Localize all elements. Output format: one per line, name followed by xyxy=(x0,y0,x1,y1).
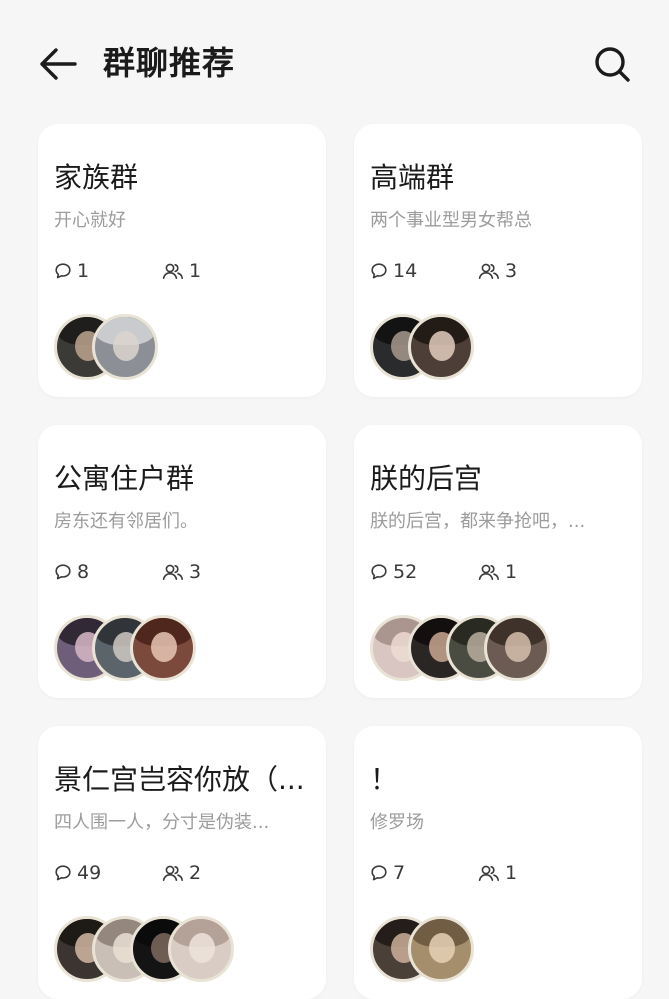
group-card[interactable]: 高端群两个事业型男女帮总 14 3 xyxy=(354,124,642,397)
search-button[interactable] xyxy=(588,40,636,88)
comment-count-value: 8 xyxy=(77,561,90,583)
group-card[interactable]: 朕的后宫朕的后宫，都来争抢吧，... 52 1 xyxy=(354,425,642,698)
group-card[interactable]: 公寓住户群 房东还有邻居们。 8 3 xyxy=(38,425,326,698)
member-count-value: 1 xyxy=(505,862,518,884)
search-icon xyxy=(595,47,630,82)
group-name: 高端群 xyxy=(370,161,455,194)
member-count-value: 3 xyxy=(189,561,202,583)
member-avatar xyxy=(408,314,474,380)
group-stats: 52 1 xyxy=(370,559,630,585)
group-name: 公寓住户群 xyxy=(54,462,195,495)
member-avatar xyxy=(168,916,234,982)
avatar-stack xyxy=(370,314,630,384)
member-count: 3 xyxy=(162,559,201,585)
members-icon xyxy=(478,263,499,279)
members-icon xyxy=(162,263,183,279)
group-description: 两个事业型男女帮总 xyxy=(370,210,532,231)
comment-count-value: 14 xyxy=(393,260,418,282)
group-name: 朕的后宫 xyxy=(370,462,483,495)
group-card[interactable]: 景仁宫岂容你放（... 四人围一人，分寸是伪装... 49 2 xyxy=(38,726,326,999)
group-stats: 14 3 xyxy=(370,258,630,284)
member-avatar xyxy=(484,615,550,681)
comment-count-value: 7 xyxy=(393,862,406,884)
members-icon xyxy=(162,865,183,881)
group-stats: 49 2 xyxy=(54,860,314,886)
comment-icon xyxy=(55,865,71,881)
group-name: 家族群 xyxy=(54,161,139,194)
group-description: 房东还有邻居们。 xyxy=(54,511,198,532)
comment-count-value: 52 xyxy=(393,561,418,583)
group-description: 朕的后宫，都来争抢吧，... xyxy=(370,511,586,532)
member-count-value: 1 xyxy=(189,260,202,282)
member-count: 2 xyxy=(162,860,201,886)
comment-icon xyxy=(371,263,387,279)
member-avatar xyxy=(92,314,158,380)
avatar-stack xyxy=(370,615,630,685)
comment-count: 52 xyxy=(370,559,417,585)
member-count-value: 1 xyxy=(505,561,518,583)
group-description: 修罗场 xyxy=(370,812,424,833)
arrow-left-icon xyxy=(40,48,77,80)
member-count: 1 xyxy=(478,559,517,585)
comment-count-value: 1 xyxy=(77,260,90,282)
comment-icon xyxy=(371,564,387,580)
comment-count-value: 49 xyxy=(77,862,102,884)
comment-icon xyxy=(55,564,71,580)
member-count-value: 2 xyxy=(189,862,202,884)
avatar-stack xyxy=(370,916,630,986)
group-stats: 11 xyxy=(54,258,314,284)
member-count: 1 xyxy=(478,860,517,886)
group-name: 景仁宫岂容你放（... xyxy=(54,763,305,796)
avatar-stack xyxy=(54,314,314,384)
comment-count: 7 xyxy=(370,860,405,886)
member-avatar xyxy=(130,615,196,681)
group-stats: 83 xyxy=(54,559,314,585)
group-card[interactable]: ！修罗场 7 1 xyxy=(354,726,642,999)
comment-icon xyxy=(371,865,387,881)
members-icon xyxy=(478,865,499,881)
member-avatar xyxy=(408,916,474,982)
comment-count: 14 xyxy=(370,258,417,284)
member-count-value: 3 xyxy=(505,260,518,282)
members-icon xyxy=(162,564,183,580)
member-count: 3 xyxy=(478,258,517,284)
group-description: 开心就好 xyxy=(54,210,126,231)
group-card[interactable]: 家族群 开心就好 1 1 xyxy=(38,124,326,397)
comment-count: 1 xyxy=(54,258,89,284)
members-icon xyxy=(478,564,499,580)
comment-icon xyxy=(55,263,71,279)
page-title: 群聊推荐 xyxy=(103,44,236,82)
group-description: 四人围一人，分寸是伪装... xyxy=(54,812,270,833)
avatar-stack xyxy=(54,916,314,986)
group-card-grid: 家族群 开心就好 1 1 高端群 两个事业型男女帮总 14 3 公寓住户群 房东还有邻居们。 8 3 朕… xyxy=(38,124,642,999)
group-stats: 71 xyxy=(370,860,630,886)
comment-count: 49 xyxy=(54,860,101,886)
member-count: 1 xyxy=(162,258,201,284)
group-name: ！ xyxy=(370,763,399,796)
back-button[interactable] xyxy=(36,42,80,86)
comment-count: 8 xyxy=(54,559,89,585)
avatar-stack xyxy=(54,615,314,685)
top-bar: 群聊推荐 xyxy=(0,0,669,108)
